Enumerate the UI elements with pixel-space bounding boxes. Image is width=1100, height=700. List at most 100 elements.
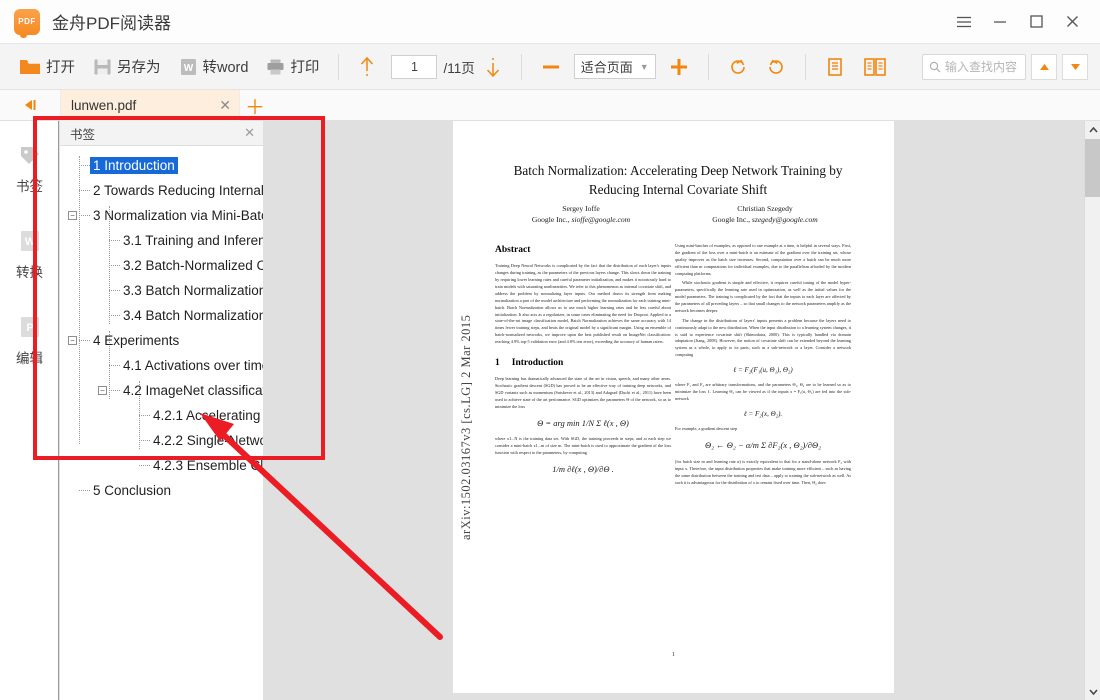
- print-button[interactable]: 打印: [257, 50, 328, 84]
- tree-node-marker: [96, 278, 109, 303]
- bookmark-item[interactable]: −3 Normalization via Mini-Batch: [60, 203, 263, 228]
- close-icon[interactable]: ✕: [244, 125, 255, 141]
- scrollbar-thumb[interactable]: [1085, 139, 1100, 197]
- tree-collapse-icon[interactable]: −: [96, 378, 109, 403]
- arrow-up-icon: [361, 56, 374, 76]
- bookmark-item[interactable]: 3.4 Batch Normalization reg: [60, 303, 263, 328]
- document-tab[interactable]: lunwen.pdf ✕: [60, 89, 240, 121]
- bookmark-item[interactable]: −4 Experiments: [60, 328, 263, 353]
- right-paragraph-5: For example, a gradient descent step: [675, 426, 738, 432]
- tree-node-marker: [66, 478, 79, 503]
- bookmark-tree[interactable]: 1 Introduction 2 Towards Reducing Interna…: [60, 146, 263, 700]
- tree-connector: [109, 290, 120, 291]
- bookmark-item[interactable]: 4.1 Activations over time: [60, 353, 263, 378]
- tree-node-marker: [96, 303, 109, 328]
- right-paragraph-6: (for batch size m and learning rate α) i…: [675, 458, 851, 485]
- find-previous-button[interactable]: [1031, 53, 1057, 80]
- rail-item-edit[interactable]: P 编辑: [0, 301, 59, 379]
- bookmark-item[interactable]: −4.2 ImageNet classification: [60, 378, 263, 403]
- next-page-button[interactable]: [475, 50, 511, 84]
- equation-1: Θ = arg min 1/N Σ ℓ(x , Θ): [537, 417, 629, 428]
- bookmark-item[interactable]: 1 Introduction: [60, 153, 263, 178]
- scroll-up-button[interactable]: [1085, 121, 1100, 138]
- author-left: Sergey Ioffe Google Inc., sioffe@google.…: [491, 203, 671, 226]
- toolbar-divider-2: [520, 53, 522, 80]
- document-viewport[interactable]: arXiv:1502.03167v3 [cs.LG] 2 Mar 2015 Ba…: [263, 121, 1100, 700]
- zoom-in-button[interactable]: [660, 50, 698, 84]
- rail-item-convert[interactable]: W 转换: [0, 215, 59, 293]
- author-email: szegedy@google.com: [751, 215, 818, 225]
- svg-text:P: P: [26, 322, 33, 334]
- open-label: 打开: [46, 60, 75, 76]
- collapse-left-icon[interactable]: [0, 90, 60, 121]
- save-as-button[interactable]: 另存为: [84, 50, 170, 84]
- pdf-reader-window: PDF 金舟PDF阅读器 打开 另存为 W 转word 打印 1 /11页 适合…: [0, 0, 1100, 700]
- close-icon[interactable]: ✕: [219, 97, 231, 114]
- bookmark-item[interactable]: 4.2.1 Accelerating BN N: [60, 403, 263, 428]
- zoom-level-select[interactable]: 适合页面 ▼: [573, 54, 656, 79]
- app-logo-icon: PDF: [14, 8, 40, 38]
- close-icon[interactable]: [1054, 0, 1090, 44]
- title-bar: PDF 金舟PDF阅读器: [0, 0, 1100, 44]
- author-affiliation: Google Inc.,: [712, 215, 752, 225]
- right-paragraph-1: Using mini-batches of examples, as oppos…: [675, 243, 851, 276]
- abstract-text: Training Deep Neural Networks is complic…: [495, 263, 671, 344]
- rotate-left-button[interactable]: [719, 50, 757, 84]
- bookmark-item[interactable]: 4.2.2 Single-Network Cla: [60, 428, 263, 453]
- rail-item-bookmark[interactable]: 书签: [0, 129, 59, 207]
- tree-node-marker: [96, 228, 109, 253]
- paper-title: Batch Normalization: Accelerating Deep N…: [513, 163, 843, 198]
- convert-to-word-button[interactable]: W 转word: [170, 50, 258, 84]
- bookmark-item[interactable]: 5 Conclusion: [60, 478, 263, 503]
- hamburger-menu-icon[interactable]: [946, 0, 982, 44]
- app-title: 金舟PDF阅读器: [52, 14, 171, 33]
- zoom-out-button[interactable]: [532, 50, 570, 84]
- word-convert-icon: W: [17, 228, 43, 254]
- page-number-input[interactable]: 1: [391, 54, 438, 79]
- open-button[interactable]: 打开: [10, 50, 84, 84]
- toolbar-divider-4: [804, 53, 806, 80]
- previous-page-button[interactable]: [349, 50, 385, 84]
- two-page-view-button[interactable]: [854, 50, 896, 84]
- tree-connector: [79, 215, 90, 216]
- print-label: 打印: [290, 60, 320, 76]
- bookmark-item[interactable]: 2 Towards Reducing Internal C: [60, 178, 263, 203]
- tree-collapse-icon[interactable]: −: [66, 328, 79, 353]
- section-1-title: Introduction: [511, 357, 564, 368]
- single-page-view-button[interactable]: [816, 50, 854, 84]
- tree-collapse-icon[interactable]: −: [66, 203, 79, 228]
- right-equation-3: Θ₂ ← Θ₂ − α/m Σ ∂F₂(x , Θ₂)/∂Θ₂: [704, 440, 822, 451]
- bookmark-tag-icon: [17, 142, 43, 168]
- bookmark-item-label: 4.2.2 Single-Network Cla: [153, 433, 263, 448]
- rotate-right-button[interactable]: [757, 50, 795, 84]
- bookmark-item[interactable]: 4.2.3 Ensemble Classifica: [60, 453, 263, 478]
- tree-node-marker: [126, 453, 139, 478]
- author-right: Christian Szegedy Google Inc., szegedy@g…: [675, 203, 855, 226]
- bookmark-item[interactable]: 3.3 Batch Normalization en: [60, 278, 263, 303]
- new-tab-button[interactable]: ＋: [240, 90, 270, 121]
- svg-text:W: W: [24, 236, 35, 248]
- scroll-down-button[interactable]: [1085, 683, 1100, 700]
- right-equation-1: ℓ = F₂(F₁(u, Θ₁), Θ₂): [733, 366, 793, 374]
- left-rail: 书签 W 转换 P 编辑: [0, 121, 59, 700]
- tree-connector: [79, 190, 90, 191]
- maximize-icon[interactable]: [1018, 0, 1054, 44]
- bookmark-item[interactable]: 3.2 Batch-Normalized Conv: [60, 253, 263, 278]
- minimize-icon[interactable]: [982, 0, 1018, 44]
- bookmark-item[interactable]: 3.1 Training and Inference v: [60, 228, 263, 253]
- section-1-heading: 1 Introduction: [495, 356, 671, 371]
- window-controls: [946, 0, 1100, 44]
- chevron-down-icon: [1088, 688, 1098, 695]
- tree-connector: [79, 165, 90, 166]
- section-1-paragraph-2: where x1...N is the training data set. W…: [495, 436, 671, 456]
- find-next-button[interactable]: [1062, 53, 1088, 80]
- author-name: Christian Szegedy: [737, 204, 793, 213]
- search-input[interactable]: 输入查找内容: [922, 53, 1026, 80]
- triangle-down-icon: [1070, 63, 1080, 70]
- toolbar-divider-3: [707, 53, 709, 80]
- tree-connector: [139, 415, 150, 416]
- document-scrollbar[interactable]: [1084, 121, 1100, 700]
- bookmark-panel-title: 书签: [70, 127, 96, 142]
- bookmark-panel-header: 书签 ✕: [60, 121, 263, 146]
- bookmark-item-label: 3 Normalization via Mini-Batch: [93, 208, 263, 223]
